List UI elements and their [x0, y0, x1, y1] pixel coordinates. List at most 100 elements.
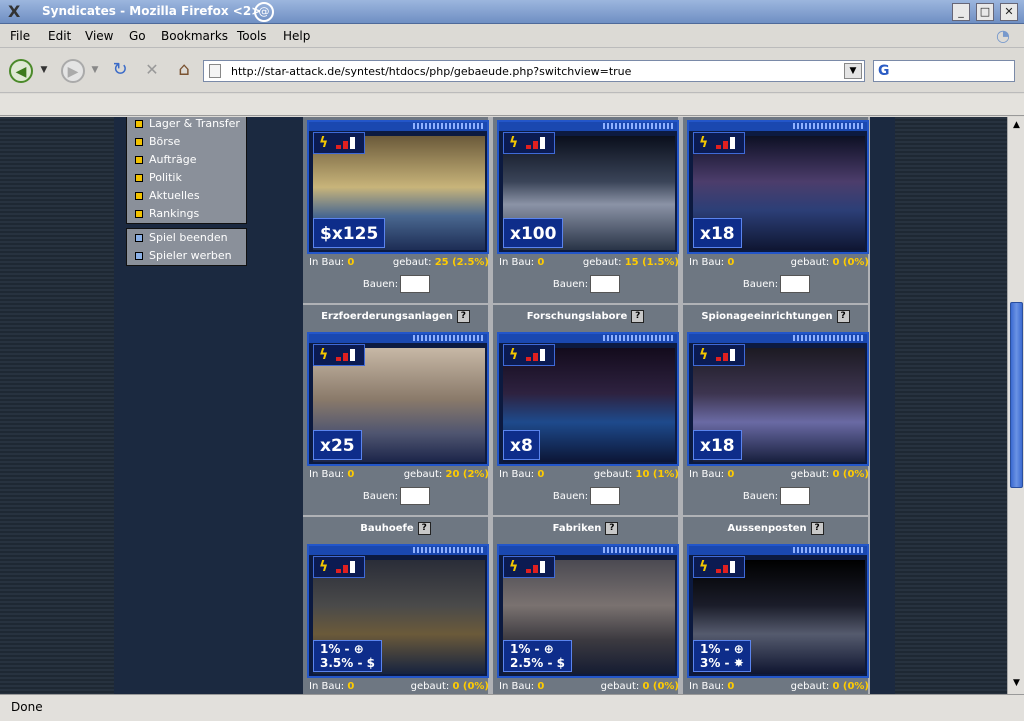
sidebar-item-spieler-werben[interactable]: Spieler werben	[127, 247, 246, 265]
sidebar-item-label: Politik	[149, 171, 182, 184]
card-header	[309, 546, 487, 555]
building-image: ϟ x18	[687, 332, 869, 466]
throbber-icon: ◔	[996, 26, 1010, 45]
gebaut-value: 0 (0%)	[642, 681, 679, 692]
signal-bar	[350, 349, 355, 361]
menu-tools[interactable]: Tools	[237, 29, 267, 43]
menu-go[interactable]: Go	[129, 29, 146, 43]
maximize-button[interactable]: □	[976, 3, 994, 21]
menu-file[interactable]: File	[10, 29, 30, 43]
gebaut-value: 20 (2%)	[445, 469, 489, 480]
build-row: Bauen:	[303, 487, 490, 507]
sidebar-item-auftraege[interactable]: Aufträge	[127, 151, 246, 169]
badge-line-1: 1% - ⊕	[510, 642, 554, 656]
signal-bar	[533, 141, 538, 149]
gebaut-label: gebaut:	[790, 469, 830, 480]
menu-help[interactable]: Help	[283, 29, 310, 43]
bullet-icon	[135, 252, 143, 260]
badge-text: $x125	[320, 224, 379, 244]
building-cell: Fabriken? ϟ 1% - ⊕ 2.5% - $ In Bau: 0 gebaut:…	[493, 517, 680, 694]
bauen-input[interactable]	[590, 487, 621, 505]
home-icon[interactable]: ⌂	[172, 59, 196, 83]
x-window-icon: X	[8, 2, 21, 21]
gebaut-stat: gebaut: 0 (0%)	[791, 469, 869, 480]
bullet-icon	[135, 174, 143, 182]
menu-view[interactable]: View	[85, 29, 113, 43]
card-tick-marks	[793, 547, 863, 553]
reload-icon[interactable]: ↻	[108, 59, 132, 83]
in-bau-stat: In Bau: 0	[499, 681, 544, 692]
badge-text: x18	[700, 224, 735, 244]
help-icon[interactable]: ?	[605, 521, 619, 535]
left-stripe-panel	[0, 117, 114, 694]
bullet-icon	[135, 120, 143, 128]
scroll-up-icon[interactable]: ▲	[1010, 119, 1023, 132]
bauen-input[interactable]	[400, 275, 431, 293]
gebaut-value: 0 (0%)	[832, 469, 869, 480]
sidebar-item-rankings[interactable]: Rankings	[127, 205, 246, 223]
signal-bar	[716, 357, 721, 361]
help-icon[interactable]: ?	[836, 309, 850, 323]
back-dropdown-icon[interactable]: ▼	[38, 59, 50, 83]
in-bau-label: In Bau:	[309, 469, 345, 480]
card-header	[689, 546, 867, 555]
building-stats: In Bau: 0 gebaut: 0 (0%)	[687, 469, 869, 483]
card-header	[689, 122, 867, 131]
bauen-input[interactable]	[780, 275, 811, 293]
sidebar-item-spiel-beenden[interactable]: Spiel beenden	[127, 229, 246, 247]
signal-bar	[533, 565, 538, 573]
forward-arrow-icon[interactable]: ▶	[61, 59, 85, 83]
minimize-button[interactable]: _	[952, 3, 970, 21]
google-search-icon[interactable]: G	[878, 63, 890, 79]
search-field[interactable]: G	[873, 60, 1015, 82]
menu-edit[interactable]: Edit	[48, 29, 71, 43]
bullet-icon	[135, 210, 143, 218]
building-image: ϟ 1% - ⊕ 3.5% - $	[307, 544, 489, 678]
close-button[interactable]: ✕	[1000, 3, 1018, 21]
gebaut-label: gebaut:	[790, 681, 830, 692]
menu-bookmarks[interactable]: Bookmarks	[161, 29, 228, 43]
help-icon[interactable]: ?	[810, 521, 824, 535]
in-bau-label: In Bau:	[309, 257, 345, 268]
card-tick-marks	[603, 335, 673, 341]
badge-line-2: 3% - ✸	[700, 656, 744, 670]
in-bau-label: In Bau:	[309, 681, 345, 692]
sidebar-item-lager[interactable]: Lager & Transfer	[127, 117, 246, 133]
scrollbar-thumb[interactable]	[1010, 302, 1023, 488]
badge-text: x18	[700, 436, 735, 456]
lightning-icon: ϟ	[509, 135, 519, 151]
forward-dropdown-icon[interactable]: ▼	[89, 59, 101, 83]
help-icon[interactable]: ?	[417, 521, 431, 535]
signal-bar	[336, 569, 341, 573]
building-title-text: Bauhoefe	[360, 523, 414, 534]
in-bau-value: 0	[347, 681, 355, 692]
bauen-input[interactable]	[780, 487, 811, 505]
sidebar-item-politik[interactable]: Politik	[127, 169, 246, 187]
bullet-icon	[135, 138, 143, 146]
right-stripe-panel	[895, 117, 1007, 694]
sidebar-item-label: Lager & Transfer	[149, 117, 240, 130]
card-tick-marks	[603, 547, 673, 553]
sidebar-item-aktuelles[interactable]: Aktuelles	[127, 187, 246, 205]
card-tick-marks	[413, 123, 483, 129]
bauen-input[interactable]	[400, 487, 431, 505]
sidebar-item-boerse[interactable]: Börse	[127, 133, 246, 151]
help-icon[interactable]: ?	[631, 309, 645, 323]
url-bar[interactable]: http://star-attack.de/syntest/htdocs/php…	[203, 60, 865, 82]
signal-bar	[350, 561, 355, 573]
gebaut-label: gebaut:	[392, 257, 432, 268]
building-title-text: Fabriken	[552, 523, 602, 534]
url-dropdown-icon[interactable]: ▼	[844, 63, 862, 79]
building-title-text: Aussenposten	[727, 523, 807, 534]
window-titlebar: X Syndicates - Mozilla Firefox <2> @ _ □…	[0, 0, 1024, 24]
build-row: Bauen:	[683, 487, 870, 507]
vertical-scrollbar[interactable]: ▲ ▼	[1007, 117, 1024, 694]
gebaut-stat: gebaut: 0 (0%)	[791, 681, 869, 692]
production-badge: $x125	[313, 218, 386, 248]
bauen-input[interactable]	[590, 275, 621, 293]
back-arrow-icon[interactable]: ◀	[9, 59, 33, 83]
power-signal-indicator: ϟ	[693, 132, 745, 154]
help-icon[interactable]: ?	[456, 309, 470, 323]
scroll-down-icon[interactable]: ▼	[1010, 677, 1023, 690]
stop-icon[interactable]: ✕	[140, 59, 164, 83]
